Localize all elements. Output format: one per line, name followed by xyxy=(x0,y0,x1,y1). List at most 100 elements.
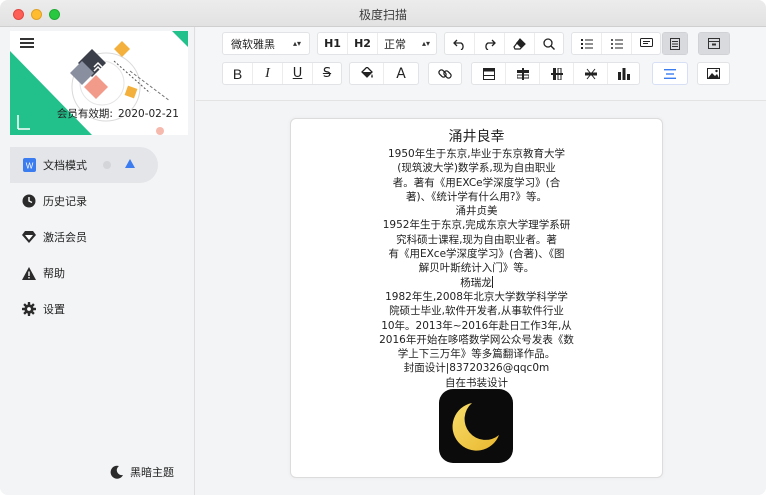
delete-column-button[interactable] xyxy=(608,63,639,84)
author-name: 涌井贞美 xyxy=(455,205,498,218)
align-group xyxy=(652,62,688,85)
updown-caret-icon: ▴▾ xyxy=(292,39,301,48)
sidebar-item-document-mode[interactable]: W 文档模式 xyxy=(10,147,158,183)
archive-icon xyxy=(708,38,720,49)
table-button[interactable] xyxy=(472,63,506,84)
sidebar-item-label: 设置 xyxy=(43,303,65,316)
font-family-label: 微软雅黑 xyxy=(231,37,275,51)
moon-icon xyxy=(110,465,123,479)
doc-line: 1952年生于东京,完成东京大学理学系研 xyxy=(382,219,571,232)
search-button[interactable] xyxy=(535,33,563,54)
sidebar-item-activate-membership[interactable]: 激活会员 xyxy=(10,219,190,255)
undo-button[interactable] xyxy=(445,33,475,54)
author-name: 杨瑞龙 xyxy=(460,276,492,289)
sidebar-item-help[interactable]: 帮助 xyxy=(10,255,190,291)
bullet-list-icon xyxy=(610,38,623,49)
sidebar-item-label: 文档模式 xyxy=(43,159,87,172)
strikethrough-button[interactable]: S xyxy=(313,63,341,84)
image-icon xyxy=(707,68,720,79)
eraser-button[interactable] xyxy=(505,33,535,54)
diamond-icon xyxy=(22,230,36,244)
bold-icon: B xyxy=(232,65,243,82)
ordered-list-icon xyxy=(580,38,593,49)
underline-icon: U xyxy=(292,66,303,81)
fill-color-button[interactable] xyxy=(350,63,384,84)
font-family-value: 微软雅黑 ▴▾ xyxy=(223,33,309,54)
triangle-icon[interactable] xyxy=(125,159,135,168)
app-window: 极度扫描 会员有效期: 2020-02-21 W 文档模式 历史记录 激活会员 … xyxy=(0,0,766,495)
clock-icon xyxy=(22,194,36,208)
align-center-button[interactable] xyxy=(653,63,687,84)
list-group xyxy=(571,32,661,55)
ordered-list-button[interactable] xyxy=(572,33,602,54)
link-icon xyxy=(438,68,452,79)
table-icon xyxy=(482,67,495,80)
delete-row-icon xyxy=(584,68,597,79)
moon-logo-icon xyxy=(452,403,499,451)
expiry-label: 会员有效期: xyxy=(56,108,113,120)
font-family-select[interactable]: 微软雅黑 ▴▾ xyxy=(222,32,310,55)
heading2-button[interactable]: H2 xyxy=(348,33,378,54)
table-group xyxy=(471,62,640,85)
status-dot-icon xyxy=(103,161,111,169)
image-group xyxy=(697,62,730,85)
author-name: 涌井良幸 xyxy=(448,129,505,145)
doc-line: 2016年开始在哆嗒数学网公众号发表《数 xyxy=(379,333,574,346)
svg-text:W: W xyxy=(25,162,33,171)
text-style-group: B I U S xyxy=(222,62,342,85)
sidebar-item-history[interactable]: 历史记录 xyxy=(10,183,190,219)
sidebar-nav: W 文档模式 历史记录 激活会员 帮助 设置 xyxy=(10,147,190,327)
eraser-icon xyxy=(513,37,526,50)
insert-image-button[interactable] xyxy=(698,63,729,84)
redo-button[interactable] xyxy=(475,33,505,54)
doc-line: 有《用EXce学深度学习》(合著)、《图 xyxy=(388,248,565,261)
underline-button[interactable]: U xyxy=(283,63,313,84)
doc-line: 学上下三万年》等多篇翻译作品。 xyxy=(397,348,556,361)
page-icon xyxy=(670,37,680,50)
expiry-date: 2020-02-21 xyxy=(117,108,179,120)
link-button[interactable] xyxy=(429,63,461,84)
dark-theme-toggle[interactable]: 黑暗主题 xyxy=(110,464,174,480)
sidebar-item-label: 历史记录 xyxy=(43,195,87,208)
sidebar-item-settings[interactable]: 设置 xyxy=(10,291,190,327)
archive-button[interactable] xyxy=(699,33,729,54)
doc-line: 封面设计|83720326@qqc0m xyxy=(403,362,550,375)
redo-icon xyxy=(485,39,496,50)
document-text[interactable]: 涌井良幸 1950年生于东京,毕业于东京教育大学 (现筑波大学)数学系,现为自由… xyxy=(291,127,662,390)
updown-caret-icon: ▴▾ xyxy=(421,39,430,48)
insert-row-button[interactable] xyxy=(506,63,540,84)
italic-button[interactable]: I xyxy=(253,63,283,84)
document-page[interactable]: 涌井良幸 1950年生于东京,毕业于东京教育大学 (现筑波大学)数学系,现为自由… xyxy=(290,118,663,478)
heading1-button[interactable]: H1 xyxy=(318,33,348,54)
align-center-icon xyxy=(664,68,676,79)
menu-icon[interactable] xyxy=(20,38,34,48)
paragraph-style-select[interactable]: 正常 ▴▾ xyxy=(378,33,436,54)
archive-group xyxy=(698,32,730,55)
membership-expiry: 会员有效期: 2020-02-21 xyxy=(57,106,184,121)
doc-line: 者。著有《用EXCe学深度学习》(合 xyxy=(392,176,561,189)
bold-button[interactable]: B xyxy=(223,63,253,84)
doc-line: 著)、《统计学有什么用?》等。 xyxy=(406,190,547,203)
doc-line: 究科硕士课程,现为自由职业者。著 xyxy=(396,233,557,246)
delete-row-button[interactable] xyxy=(574,63,608,84)
text-color-button[interactable]: A xyxy=(384,63,418,84)
doc-line: 院硕士毕业,软件开发者,从事软件行业 xyxy=(389,305,564,318)
doc-line: 1982年生,2008年北京大学数学科学学 xyxy=(385,290,568,303)
help-icon xyxy=(22,266,36,280)
title-bar: 极度扫描 xyxy=(0,0,766,27)
page-view-button[interactable] xyxy=(663,33,687,54)
history-group xyxy=(444,32,564,55)
membership-banner: 会员有效期: 2020-02-21 xyxy=(10,31,188,135)
comment-button[interactable] xyxy=(632,33,660,54)
bullet-list-button[interactable] xyxy=(602,33,632,54)
window-title: 极度扫描 xyxy=(358,8,407,22)
color-group: A xyxy=(349,62,419,85)
gear-icon xyxy=(22,302,36,316)
sidebar-item-label: 激活会员 xyxy=(43,231,87,244)
moon-logo-image xyxy=(439,389,513,463)
heading-group: H1 H2 正常 ▴▾ xyxy=(317,32,437,55)
doc-line: 解贝叶斯统计入门》等。 xyxy=(418,262,535,275)
comment-icon xyxy=(639,38,653,47)
insert-row-icon xyxy=(516,67,529,80)
insert-column-button[interactable] xyxy=(540,63,574,84)
